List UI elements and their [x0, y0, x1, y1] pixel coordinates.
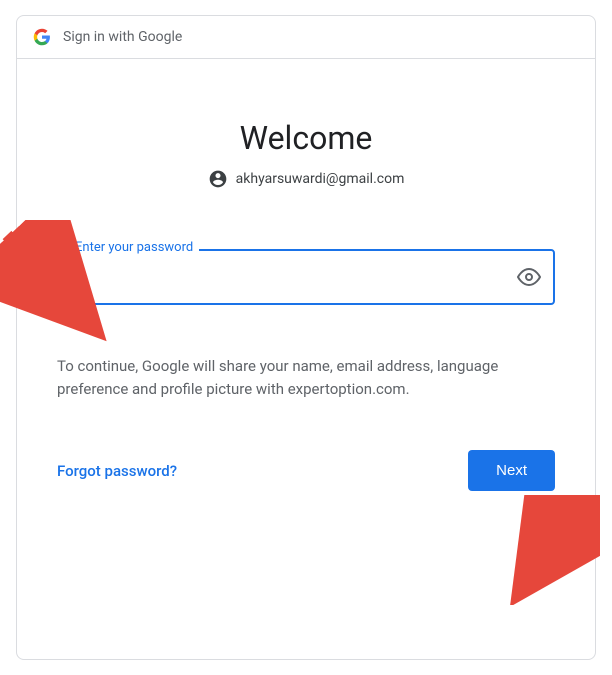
- card-content: Welcome akhyarsuwardi@gmail.com Enter yo…: [17, 59, 595, 521]
- next-button[interactable]: Next: [468, 450, 555, 491]
- header-title: Sign in with Google: [63, 29, 182, 45]
- show-password-icon[interactable]: [517, 265, 541, 289]
- forgot-password-link[interactable]: Forgot password?: [57, 462, 177, 480]
- account-circle-icon: [208, 169, 228, 189]
- actions-row: Forgot password? Next: [57, 450, 555, 491]
- account-email: akhyarsuwardi@gmail.com: [236, 171, 405, 187]
- password-input[interactable]: [57, 249, 555, 305]
- disclosure-text: To continue, Google will share your name…: [57, 355, 555, 400]
- signin-card: Sign in with Google Welcome akhyarsuward…: [16, 15, 596, 660]
- password-field-wrap: Enter your password: [57, 249, 555, 305]
- google-logo-icon: [33, 28, 51, 46]
- card-header: Sign in with Google: [17, 16, 595, 59]
- welcome-heading: Welcome: [57, 119, 555, 157]
- password-label: Enter your password: [69, 240, 199, 255]
- account-chip[interactable]: akhyarsuwardi@gmail.com: [57, 169, 555, 189]
